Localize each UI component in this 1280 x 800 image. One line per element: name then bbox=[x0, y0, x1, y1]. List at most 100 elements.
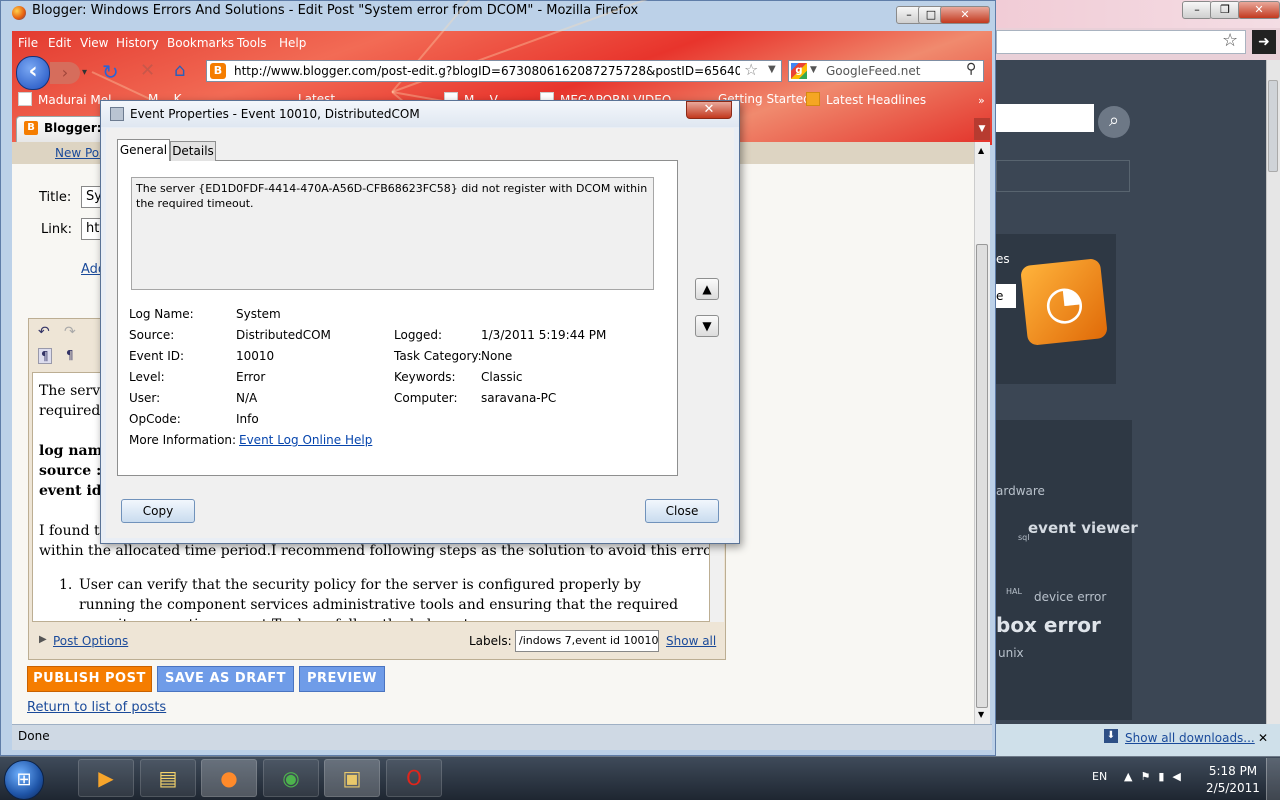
log-name-value: System bbox=[236, 307, 281, 321]
bookmark-star-icon[interactable]: ☆ bbox=[744, 60, 758, 79]
tab-general[interactable]: General bbox=[117, 139, 170, 161]
search-engine-icon[interactable]: g bbox=[791, 63, 807, 79]
task-category-label: Task Category: bbox=[394, 349, 482, 363]
return-to-posts-link[interactable]: Return to list of posts bbox=[27, 700, 166, 715]
opera-icon[interactable]: O bbox=[386, 759, 442, 797]
event-log-online-help-link[interactable]: Event Log Online Help bbox=[239, 433, 372, 447]
background-search-input[interactable] bbox=[996, 104, 1094, 132]
widget-button-fragment[interactable]: e bbox=[996, 284, 1016, 308]
search-icon[interactable]: ⚲ bbox=[966, 61, 976, 77]
background-scrollbar-thumb[interactable] bbox=[1268, 80, 1278, 172]
ltr-paragraph-icon[interactable]: ¶ bbox=[38, 348, 52, 364]
publish-post-button[interactable]: PUBLISH POST bbox=[27, 666, 152, 692]
bookmark-item[interactable]: Latest Headlines bbox=[806, 92, 926, 107]
url-text[interactable]: http://www.blogger.com/post-edit.g?blogI… bbox=[234, 64, 740, 78]
tag-cloud-item[interactable]: event viewer bbox=[1028, 519, 1138, 537]
arrow-right-icon[interactable]: ➜ bbox=[1252, 30, 1276, 54]
clock-date[interactable]: 2/5/2011 bbox=[1196, 781, 1270, 795]
event-viewer-icon[interactable]: ▣ bbox=[324, 759, 380, 797]
search-engine-dropdown-icon[interactable]: ▼ bbox=[810, 65, 817, 75]
post-options-link[interactable]: Post Options bbox=[53, 634, 128, 648]
chrome-icon[interactable]: ◉ bbox=[263, 759, 319, 797]
redo-icon[interactable]: ↷ bbox=[64, 324, 76, 340]
stop-icon[interactable]: ✕ bbox=[140, 60, 155, 81]
menu-help[interactable]: Help bbox=[279, 36, 306, 50]
tag-cloud-item[interactable]: HAL bbox=[1006, 587, 1022, 596]
menu-file[interactable]: File bbox=[18, 36, 38, 50]
show-all-labels-link[interactable]: Show all bbox=[666, 634, 716, 648]
widget-title-fragment: es bbox=[996, 252, 1010, 266]
menu-bookmarks[interactable]: Bookmarks bbox=[167, 36, 234, 50]
close-icon[interactable]: ✕ bbox=[940, 6, 990, 24]
page-scrollbar-thumb[interactable] bbox=[976, 244, 988, 708]
tag-cloud-item[interactable]: sql bbox=[1018, 533, 1029, 542]
window-title: Blogger: Windows Errors And Solutions - … bbox=[32, 3, 639, 18]
close-icon[interactable]: ✕ bbox=[1258, 731, 1268, 745]
folder-icon[interactable]: ▤ bbox=[140, 759, 196, 797]
expand-triangle-icon[interactable]: ▶ bbox=[39, 634, 47, 645]
close-icon[interactable]: ✕ bbox=[686, 101, 732, 119]
rss-icon[interactable]: ◔ bbox=[1020, 258, 1108, 346]
preview-button[interactable]: PREVIEW bbox=[299, 666, 385, 692]
save-as-draft-button[interactable]: SAVE AS DRAFT bbox=[157, 666, 294, 692]
chevron-right-icon[interactable]: » bbox=[978, 94, 985, 107]
minimize-icon[interactable]: – bbox=[1182, 1, 1212, 19]
editor-text-line: within the allocated time period.I recom… bbox=[39, 543, 710, 559]
url-dropdown-icon[interactable]: ▼ bbox=[768, 64, 776, 75]
opcode-value: Info bbox=[236, 412, 259, 426]
next-event-arrow-down-icon[interactable]: ▼ bbox=[695, 315, 719, 337]
search-icon[interactable]: ⌕ bbox=[1098, 106, 1130, 138]
show-desktop-button[interactable] bbox=[1266, 758, 1280, 800]
more-info-label: More Information: bbox=[129, 433, 237, 447]
system-tray-icons[interactable]: ▲⚑▮◀ bbox=[1124, 770, 1189, 783]
event-description[interactable]: The server {ED1D0FDF-4414-470A-A56D-CFB6… bbox=[131, 177, 654, 290]
windows-start-icon[interactable]: ⊞ bbox=[4, 760, 44, 800]
menu-tools[interactable]: Tools bbox=[237, 36, 267, 50]
scroll-up-icon[interactable]: ▲ bbox=[978, 146, 984, 155]
media-player-icon[interactable]: ▶ bbox=[78, 759, 134, 797]
restore-icon[interactable]: ❐ bbox=[1210, 1, 1240, 19]
back-arrow-icon[interactable]: ‹ bbox=[16, 56, 50, 90]
tag-cloud-item[interactable]: unix bbox=[998, 646, 1024, 660]
user-label: User: bbox=[129, 391, 161, 405]
menu-edit[interactable]: Edit bbox=[48, 36, 71, 50]
keywords-label: Keywords: bbox=[394, 370, 456, 384]
tab-list-icon[interactable]: ▼ bbox=[974, 118, 990, 140]
close-button[interactable]: Close bbox=[645, 499, 719, 523]
undo-icon[interactable]: ↶ bbox=[38, 324, 50, 340]
computer-value: saravana-PC bbox=[481, 391, 557, 405]
firefox-icon[interactable]: ● bbox=[201, 759, 257, 797]
reload-icon[interactable]: ↻ bbox=[102, 60, 119, 84]
list-number: 1. bbox=[59, 577, 73, 593]
labels-input[interactable]: /indows 7,event id 10010 bbox=[515, 630, 659, 652]
page-icon bbox=[18, 92, 32, 106]
language-indicator[interactable]: EN bbox=[1092, 770, 1107, 783]
download-icon: ⬇ bbox=[1104, 729, 1118, 743]
task-category-value: None bbox=[481, 349, 513, 363]
scroll-down-icon[interactable]: ▼ bbox=[978, 710, 984, 719]
close-icon[interactable]: ✕ bbox=[1238, 1, 1280, 19]
background-url-field[interactable] bbox=[996, 30, 1246, 54]
copy-button[interactable]: Copy bbox=[121, 499, 195, 523]
user-value: N/A bbox=[236, 391, 258, 405]
forward-arrow-icon[interactable]: › bbox=[50, 62, 80, 84]
previous-event-arrow-up-icon[interactable]: ▲ bbox=[695, 278, 719, 300]
home-icon[interactable]: ⌂ bbox=[174, 60, 185, 81]
menu-history[interactable]: History bbox=[116, 36, 159, 50]
event-viewer-icon bbox=[110, 107, 124, 121]
tag-cloud-item[interactable]: device error bbox=[1034, 590, 1106, 604]
event-id-label: Event ID: bbox=[129, 349, 185, 363]
tag-cloud-item[interactable]: ardware bbox=[996, 484, 1045, 498]
history-dropdown-icon[interactable]: ▾ bbox=[82, 62, 87, 84]
show-all-downloads-link[interactable]: Show all downloads... bbox=[1125, 731, 1255, 745]
background-box bbox=[996, 160, 1130, 192]
menu-view[interactable]: View bbox=[80, 36, 108, 50]
clock-time[interactable]: 5:18 PM bbox=[1208, 764, 1258, 778]
search-input[interactable]: GoogleFeed.net bbox=[826, 64, 920, 78]
bookmark-star-icon[interactable]: ☆ bbox=[1222, 30, 1238, 51]
rtl-paragraph-icon[interactable]: ¶ bbox=[66, 348, 74, 362]
tab-details[interactable]: Details bbox=[170, 141, 216, 161]
status-bar bbox=[12, 724, 992, 750]
tag-cloud-item[interactable]: box error bbox=[996, 613, 1101, 637]
dialog-title: Event Properties - Event 10010, Distribu… bbox=[130, 107, 420, 121]
